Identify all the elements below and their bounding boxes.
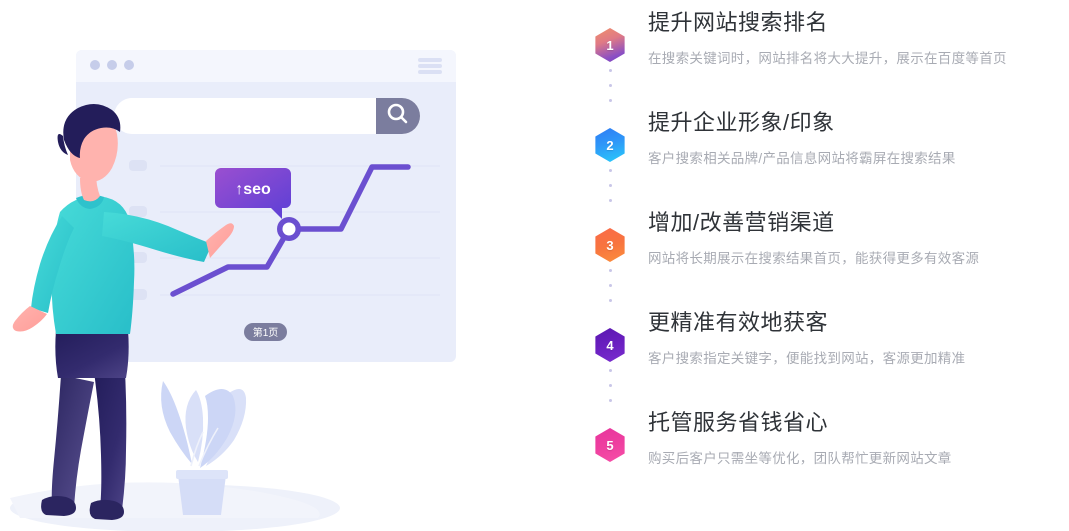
hexagon-badge-number-5: 5 — [606, 437, 614, 453]
hexagon-badge-2: 2 — [595, 128, 625, 162]
connector-dots-2 — [608, 169, 612, 202]
page-one-badge-label: 第1页 — [253, 326, 279, 339]
badge-column-5: 5 — [592, 428, 628, 462]
connector-dot — [608, 369, 612, 372]
browser-dot-3 — [124, 60, 134, 70]
feature-list: 1 提升网站搜索排名 在搜索关键词时，网站排名将大大提升，展示在百度等首页 2 — [592, 0, 1069, 531]
data-point-marker — [277, 217, 301, 241]
feature-desc-2: 客户搜索相关品牌/产品信息网站将霸屏在搜索结果 — [648, 151, 956, 167]
feature-title-1: 提升网站搜索排名 — [648, 10, 829, 35]
connector-dots-1 — [608, 69, 612, 102]
feature-title-2: 提升企业形象/印象 — [648, 110, 835, 135]
feature-title-4: 更精准有效地获客 — [648, 310, 829, 335]
connector-dot — [608, 269, 612, 272]
browser-window-mock: ↑seo 第1页 — [76, 50, 456, 362]
hexagon-badge-4: 4 — [595, 328, 625, 362]
feature-item-5[interactable]: 5 托管服务省钱省心 购买后客户只需坐等优化，团队帮忙更新网站文章 — [592, 402, 1069, 492]
search-input — [114, 98, 420, 134]
seo-ranking-illustration: ↑seo 第1页 — [0, 0, 534, 531]
badge-column-3: 3 — [592, 228, 628, 302]
browser-dot-2 — [107, 60, 117, 70]
connector-dot — [608, 384, 612, 387]
badge-column-2: 2 — [592, 128, 628, 202]
connector-dot — [608, 284, 612, 287]
connector-dots-3 — [608, 269, 612, 302]
feature-item-3[interactable]: 3 增加/改善营销渠道 网站将长期展示在搜索结果首页，能获得更多有效客源 — [592, 202, 1069, 302]
feature-desc-3: 网站将长期展示在搜索结果首页，能获得更多有效客源 — [648, 251, 980, 267]
browser-dot-1 — [90, 60, 100, 70]
hexagon-badge-5: 5 — [595, 428, 625, 462]
feature-title-3: 增加/改善营销渠道 — [648, 210, 835, 235]
feature-title-5: 托管服务省钱省心 — [648, 410, 829, 435]
feature-desc-4: 客户搜索指定关键字，便能找到网站，客源更加精准 — [648, 351, 966, 367]
hamburger-menu-icon — [418, 58, 442, 74]
search-button — [376, 98, 420, 134]
feature-desc-5: 购买后客户只需坐等优化，团队帮忙更新网站文章 — [648, 451, 952, 467]
connector-dot — [608, 184, 612, 187]
seo-benefits-page: ↑seo 第1页 1 提升网站搜索排名 在搜索关键词时，网站排名将大大提升，展示… — [0, 0, 1069, 531]
hexagon-badge-1: 1 — [595, 28, 625, 62]
hexagon-badge-3: 3 — [595, 228, 625, 262]
connector-dot — [608, 69, 612, 72]
hexagon-badge-number-2: 2 — [606, 137, 614, 153]
connector-dot — [608, 84, 612, 87]
feature-desc-1: 在搜索关键词时，网站排名将大大提升，展示在百度等首页 — [648, 51, 1007, 67]
page-one-badge: 第1页 — [244, 323, 287, 341]
seo-tooltip-label: ↑seo — [235, 181, 271, 198]
hexagon-badge-number-1: 1 — [606, 37, 614, 53]
hexagon-badge-number-4: 4 — [606, 337, 614, 353]
badge-column-1: 1 — [592, 28, 628, 102]
feature-item-2[interactable]: 2 提升企业形象/印象 客户搜索相关品牌/产品信息网站将霸屏在搜索结果 — [592, 102, 1069, 202]
connector-dot — [608, 169, 612, 172]
badge-column-4: 4 — [592, 328, 628, 402]
search-bar — [114, 98, 420, 134]
feature-item-4[interactable]: 4 更精准有效地获客 客户搜索指定关键字，便能找到网站，客源更加精准 — [592, 302, 1069, 402]
connector-dots-4 — [608, 369, 612, 402]
feature-item-1[interactable]: 1 提升网站搜索排名 在搜索关键词时，网站排名将大大提升，展示在百度等首页 — [592, 2, 1069, 102]
hexagon-badge-number-3: 3 — [606, 237, 614, 253]
